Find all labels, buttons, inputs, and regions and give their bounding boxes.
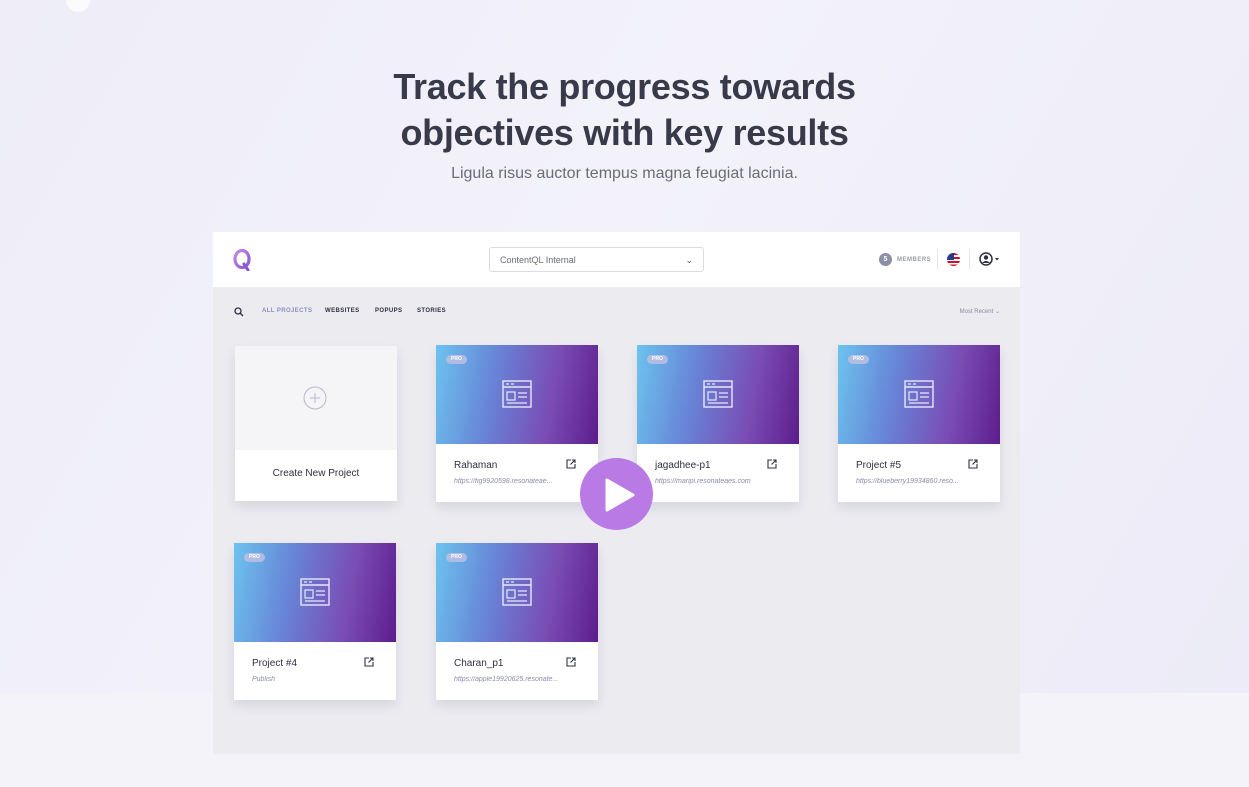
project-thumbnail: PRO [637,345,799,444]
play-icon [605,478,635,512]
project-url[interactable]: Publish [252,676,372,683]
members-button[interactable]: 5 MEMBERS [879,253,931,266]
video-play-button[interactable] [580,458,653,530]
project-name: Project #4 [252,658,298,669]
project-thumbnail: PRO [838,345,1000,444]
hero-title-line2: objectives with key results [400,112,849,153]
project-url[interactable]: https://apple19920625.resonate... [454,676,574,683]
workspace-select-value: ContentQL Internal [500,255,576,265]
project-name: Project #5 [856,460,902,471]
project-url[interactable]: https://blueberry19934860.reso... [856,478,976,485]
website-icon [502,380,532,408]
flag-icon[interactable] [947,253,960,266]
user-avatar-icon[interactable] [979,252,1001,266]
website-icon [904,380,934,408]
project-card[interactable]: PRO Project #4 Publish [234,543,396,700]
external-link-icon[interactable] [767,459,777,469]
plus-icon [303,386,327,410]
members-label: MEMBERS [897,256,932,263]
project-card[interactable]: PRO Charan_p1 https://apple19920625.reso… [436,543,598,700]
pro-badge: PRO [647,355,668,364]
pro-badge: PRO [244,553,265,562]
external-link-icon[interactable] [566,657,576,667]
project-url[interactable]: https://maripi.resonateaes.com [655,478,775,485]
hero-subtitle: Ligula risus auctor tempus magna feugiat… [451,165,798,182]
chevron-down-icon: ⌄ [994,309,1000,315]
project-url[interactable]: https://fig9920598.resonateae... [454,478,574,485]
sort-label: Most Recent [959,309,994,315]
hero-title: Track the progress towards objectives wi… [0,64,1249,156]
tab-websites[interactable]: WEBSITES [325,308,360,314]
sort-dropdown[interactable]: Most Recent ⌄ [960,308,1000,315]
project-name: jagadhee-p1 [655,460,711,471]
search-icon[interactable] [234,307,244,317]
pro-badge: PRO [446,553,467,562]
tab-popups[interactable]: POPUPS [375,308,402,314]
website-icon [300,578,330,606]
hero-title-line1: Track the progress towards [393,66,856,107]
external-link-icon[interactable] [566,459,576,469]
website-icon [703,380,733,408]
project-name: Rahaman [454,460,498,471]
website-icon [502,578,532,606]
divider [969,249,970,269]
pro-badge: PRO [848,355,869,364]
create-project-card[interactable]: Create New Project [235,346,397,501]
create-card-top [235,346,397,450]
project-card[interactable]: PRO Project #5 https://blueberry19934860… [838,345,1000,502]
pro-badge: PRO [446,355,467,364]
project-name: Charan_p1 [454,658,504,669]
project-thumbnail: PRO [436,543,598,642]
tab-all-projects[interactable]: ALL PROJECTS [262,308,312,314]
divider [937,249,938,269]
create-project-label: Create New Project [272,468,360,479]
project-card[interactable]: PRO Rahaman https://fig9920598.resonatea… [436,345,598,502]
members-count: 5 [879,253,892,266]
app-header: ContentQL Internal ⌄ 5 MEMBERS [213,232,1020,287]
project-card[interactable]: PRO jagadhee-p1 https://maripi.resonatea… [637,345,799,502]
filter-bar: ALL PROJECTS WEBSITES POPUPS STORIES Mos… [213,304,1020,320]
logo-icon [233,249,251,271]
external-link-icon[interactable] [364,657,374,667]
project-thumbnail: PRO [234,543,396,642]
tab-stories[interactable]: STORIES [417,308,446,314]
external-link-icon[interactable] [968,459,978,469]
workspace-select[interactable]: ContentQL Internal ⌄ [489,247,704,272]
project-thumbnail: PRO [436,345,598,444]
chevron-down-icon: ⌄ [685,255,693,265]
